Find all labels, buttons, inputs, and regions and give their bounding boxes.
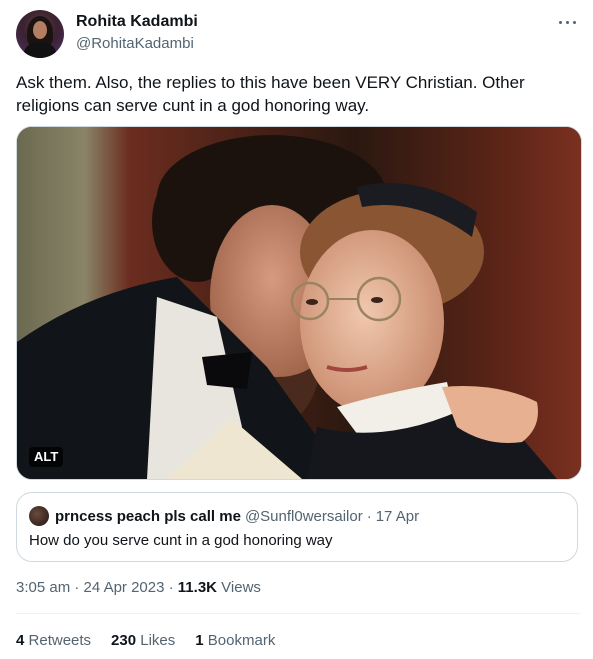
likes-label: Likes [140,632,176,649]
meta-separator-2: · [168,579,174,596]
author-display-name[interactable]: Rohita Kadambi [76,12,198,32]
tweet-text: Ask them. Also, the replies to this have… [16,73,525,115]
tweet-date[interactable]: 24 Apr 2023 [84,579,165,596]
author-handle[interactable]: @RohitaKadambi [76,34,198,54]
tweet-image[interactable]: ALT [16,126,582,480]
alt-text-badge[interactable]: ALT [29,447,64,467]
author-avatar[interactable] [16,10,64,58]
quoted-tweet-date: 17 Apr [375,507,420,525]
bookmarks-stat[interactable]: 1 Bookmark [195,631,275,651]
quoted-separator: · [366,507,372,525]
tweet-metadata: 3:05 am · 24 Apr 2023 · 11.3K Views [16,578,261,598]
engagement-stats: 4 Retweets 230 Likes 1 Bookmark [16,631,295,651]
tweet-time[interactable]: 3:05 am [16,579,70,596]
retweets-count: 4 [16,632,25,649]
photo-illustration [17,127,581,479]
views-label: Views [221,579,261,596]
quoted-author-avatar [29,506,49,526]
divider [16,613,580,614]
bookmarks-label: Bookmark [207,632,276,649]
views-count: 11.3K [177,579,217,596]
author-names: Rohita Kadambi @RohitaKadambi [76,12,198,54]
quoted-author-handle: @Sunfl0wersailor [244,507,363,525]
retweets-stat[interactable]: 4 Retweets [16,631,91,651]
likes-count: 230 [111,632,137,649]
likes-stat[interactable]: 230 Likes [111,631,175,651]
quoted-tweet-header: prncess peach pls call me @Sunfl0wersail… [29,506,419,526]
quoted-author-display-name: prncess peach pls call me [55,507,241,525]
meta-separator: · [74,579,80,596]
quoted-tweet-text: How do you serve cunt in a god honoring … [29,532,333,549]
tweet-header: Rohita Kadambi @RohitaKadambi [16,10,581,58]
bookmarks-count: 1 [195,632,204,649]
retweets-label: Retweets [28,632,92,649]
quoted-tweet[interactable]: prncess peach pls call me @Sunfl0wersail… [16,492,578,562]
more-options-icon[interactable] [555,12,581,32]
